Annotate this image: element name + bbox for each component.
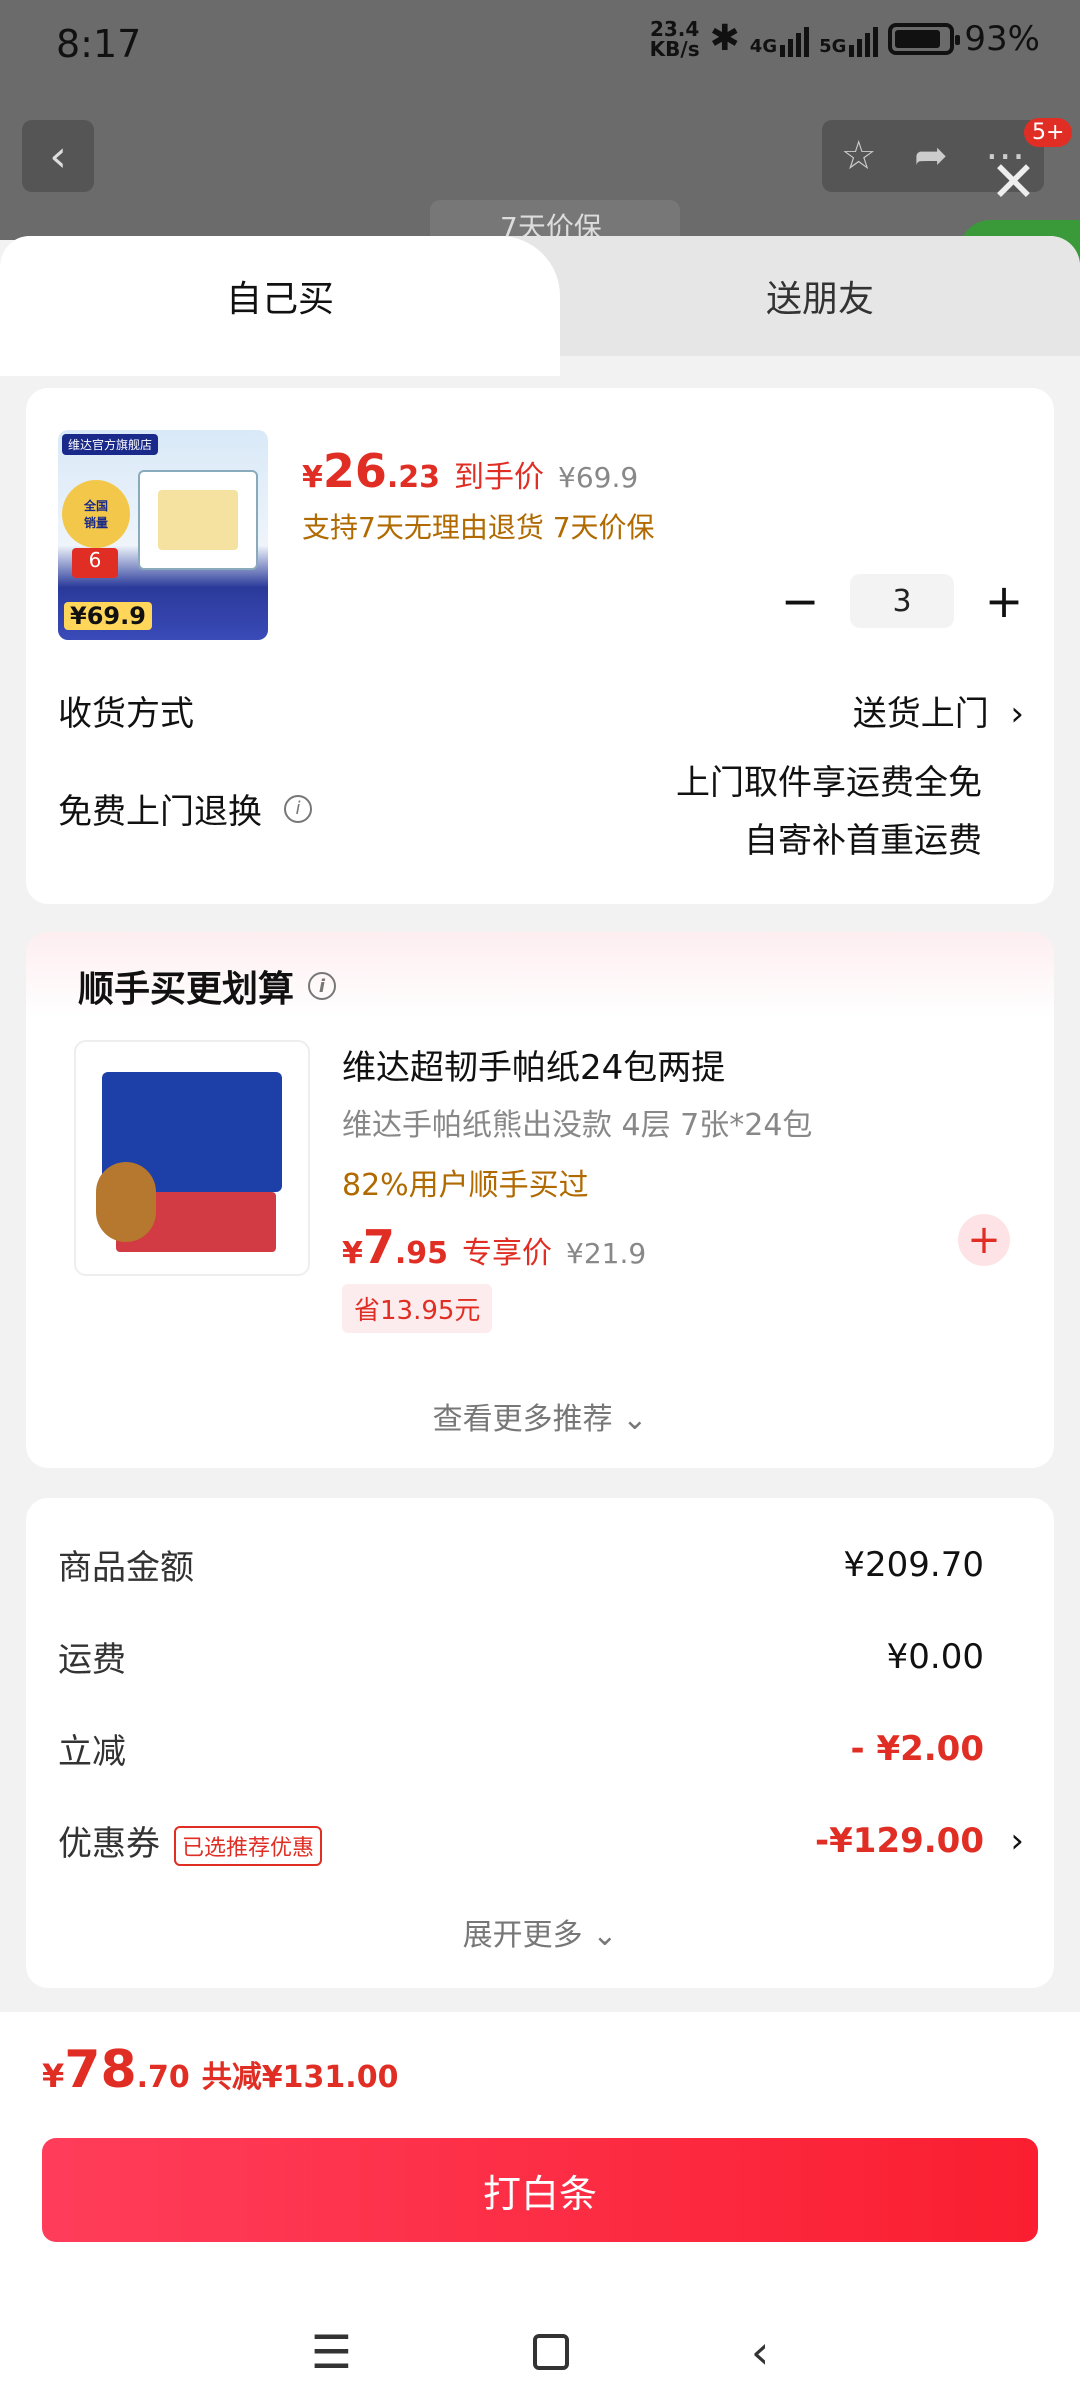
total-reduction: 共减¥131.00: [201, 2060, 399, 2095]
share-icon[interactable]: ➦: [914, 133, 948, 179]
quantity-stepper: − 3 +: [780, 574, 1024, 628]
info-icon[interactable]: i: [308, 972, 337, 1000]
status-bar: 8:17 23.4 KB/s ✱ 4G 5G 93%: [0, 0, 1080, 90]
return-promise: 支持7天无理由退货 7天价保: [302, 511, 655, 544]
signal-5g-icon: 5G: [819, 21, 879, 57]
expand-more-link[interactable]: 展开更多 ⌄: [26, 1910, 1054, 1954]
recommend-price: ¥7.95: [342, 1220, 449, 1274]
chevron-left-icon: ‹: [49, 130, 67, 182]
star-icon[interactable]: ☆: [841, 133, 877, 179]
bluetooth-icon: ✱: [709, 18, 740, 59]
product-price-line: ¥26.23 到手价 ¥69.9: [302, 444, 638, 498]
delivery-method[interactable]: 送货上门 ›: [853, 686, 1024, 735]
message-badge: 5+: [1024, 118, 1073, 147]
original-price: ¥69.9: [558, 461, 639, 494]
store-label: 维达官方旗舰店: [62, 434, 159, 455]
close-icon[interactable]: ✕: [990, 155, 1037, 211]
back-icon[interactable]: ‹: [751, 2325, 769, 2379]
recommend-card: 顺手买更划算 i 维达超韧手帕纸24包两提 维达手帕纸熊出没款 4层 7张*24…: [26, 932, 1054, 1468]
purchase-sheet: 送朋友 自己买 维达官方旗舰店 全国 销量 6 ¥69.9 ¥26.23 到手价 …: [0, 236, 1080, 2400]
decrease-button[interactable]: −: [780, 578, 820, 624]
price-summary-card: 商品金额 ¥209.70 运费 ¥0.00 立减 - ¥2.00 优惠券 已选推荐…: [26, 1498, 1054, 1988]
summary-row-coupon[interactable]: 优惠券 已选推荐优惠 -¥129.00 ›: [58, 1816, 1024, 1866]
quantity-input[interactable]: 3: [850, 574, 954, 628]
recommend-subtitle: 维达手帕纸熊出没款 4层 7张*24包: [342, 1108, 813, 1143]
home-icon[interactable]: [533, 2334, 570, 2370]
add-to-cart-button[interactable]: +: [958, 1214, 1010, 1266]
image-bear: [96, 1162, 156, 1242]
savings-badge: 省13.95元: [342, 1284, 493, 1333]
chevron-right-icon: ›: [999, 694, 1024, 734]
product-card: 维达官方旗舰店 全国 销量 6 ¥69.9 ¥26.23 到手价 ¥69.9 支持…: [26, 388, 1054, 904]
returns-label: 免费上门退换: [58, 792, 262, 832]
back-button[interactable]: ‹: [22, 120, 94, 192]
coupon-badge: 已选推荐优惠: [174, 1825, 323, 1866]
tab-bar: 送朋友 自己买: [0, 236, 1080, 376]
image-box-inner: [158, 490, 238, 550]
product-image[interactable]: 维达官方旗舰店 全国 销量 6 ¥69.9: [58, 430, 268, 640]
tab-buy-self[interactable]: 自己买: [0, 236, 560, 376]
plus-icon: +: [967, 1217, 1001, 1263]
increase-button[interactable]: +: [984, 578, 1024, 624]
status-time: 8:17: [56, 22, 142, 66]
status-icons: 23.4 KB/s ✱ 4G 5G 93%: [650, 18, 1040, 59]
info-icon[interactable]: i: [284, 794, 312, 823]
product-price: ¥26.23: [302, 444, 441, 498]
price-tag: 到手价: [454, 460, 545, 495]
recommend-price-tag: 专享价: [462, 1236, 553, 1271]
returns-line-1: 上门取件享运费全免: [676, 763, 982, 803]
image-count: 6: [72, 548, 118, 578]
total-price: ¥78.70 共减¥131.00: [42, 2040, 399, 2100]
summary-row-goods: 商品金额 ¥209.70: [58, 1544, 984, 1589]
pay-button[interactable]: 打白条: [42, 2138, 1038, 2242]
net-speed: 23.4 KB/s: [649, 16, 700, 61]
summary-row-shipping: 运费 ¥0.00: [58, 1636, 984, 1681]
checkout-bar: ¥78.70 共减¥131.00 打白条 ☰ ‹: [0, 2012, 1080, 2400]
battery-percent: 93%: [964, 18, 1040, 59]
recommend-rate: 82%用户顺手买过: [342, 1168, 589, 1203]
returns-row: 免费上门退换 i: [58, 784, 312, 833]
image-price: ¥69.9: [64, 602, 152, 630]
recommend-image[interactable]: [74, 1040, 310, 1276]
tab-send-friend[interactable]: 送朋友: [560, 236, 1080, 356]
recommend-original-price: ¥21.9: [566, 1237, 647, 1270]
battery-icon: [888, 22, 961, 55]
returns-line-2: 自寄补首重运费: [744, 821, 982, 861]
menu-icon[interactable]: ☰: [311, 2325, 352, 2379]
recommend-name[interactable]: 维达超韧手帕纸24包两提: [342, 1040, 725, 1089]
signal-4g-icon: 4G: [750, 21, 810, 57]
system-nav-bar: ☰ ‹: [0, 2302, 1080, 2400]
recommend-price-line: ¥7.95 专享价 ¥21.9: [342, 1220, 646, 1274]
more-recommendations-link[interactable]: 查看更多推荐 ⌄: [26, 1394, 1054, 1438]
image-seal: 全国 销量: [62, 480, 130, 548]
chevron-right-icon: ›: [1010, 1820, 1024, 1861]
summary-row-discount: 立减 - ¥2.00: [58, 1728, 984, 1773]
screen: 8:17 23.4 KB/s ✱ 4G 5G 93% ‹ ☆ ➦ ⋯ 5+ 7天…: [0, 0, 1080, 2400]
recommend-title: 顺手买更划算 i: [78, 960, 337, 1012]
delivery-label: 收货方式: [58, 694, 194, 734]
returns-details: 上门取件享运费全免 自寄补首重运费: [676, 754, 982, 870]
